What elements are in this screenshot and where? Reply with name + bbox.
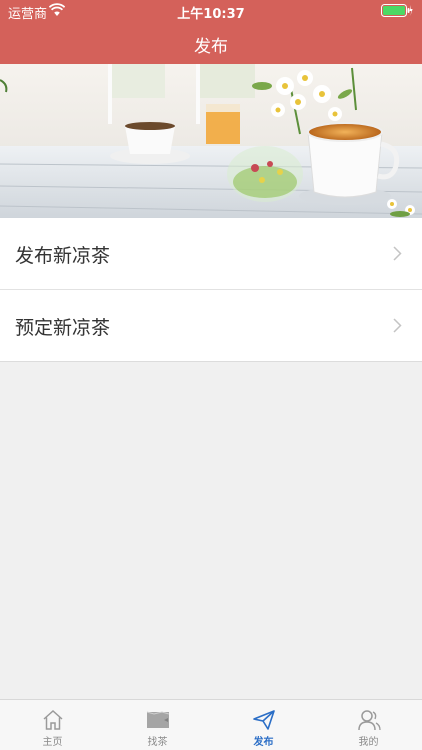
- tab-profile[interactable]: 我的: [316, 700, 421, 750]
- user-icon: [358, 710, 381, 731]
- page-title: 发布: [194, 37, 228, 57]
- tab-home[interactable]: 主页: [0, 700, 105, 750]
- tab-publish[interactable]: 发布: [211, 700, 316, 750]
- status-time: 上午10:37: [177, 7, 245, 22]
- home-icon: [43, 709, 63, 730]
- tab-label: 发布: [253, 737, 274, 748]
- menu-item-reserve[interactable]: 预定新凉茶: [0, 290, 422, 362]
- chevron-right-icon: [393, 318, 402, 333]
- menu-item-label: 预定新凉茶: [15, 317, 111, 339]
- tab-label: 主页: [42, 737, 63, 748]
- status-bar: 运营商 上午10:37: [0, 0, 422, 22]
- menu-item-label: 发布新凉茶: [15, 245, 111, 267]
- menu-list: 发布新凉茶 预定新凉茶: [0, 218, 422, 362]
- send-icon: [253, 710, 275, 730]
- chevron-right-icon: [393, 246, 402, 261]
- tab-label: 我的: [358, 737, 379, 748]
- map-icon: [146, 711, 170, 728]
- tab-bar: 主页 找茶 发布 我的: [0, 699, 422, 750]
- menu-item-publish[interactable]: 发布新凉茶: [0, 218, 422, 290]
- battery-icon: [381, 4, 413, 17]
- tab-label: 找茶: [147, 737, 168, 748]
- app-header: 运营商 上午10:37 发布: [0, 0, 422, 64]
- banner-image: [0, 64, 422, 218]
- tab-find-tea[interactable]: 找茶: [105, 700, 210, 750]
